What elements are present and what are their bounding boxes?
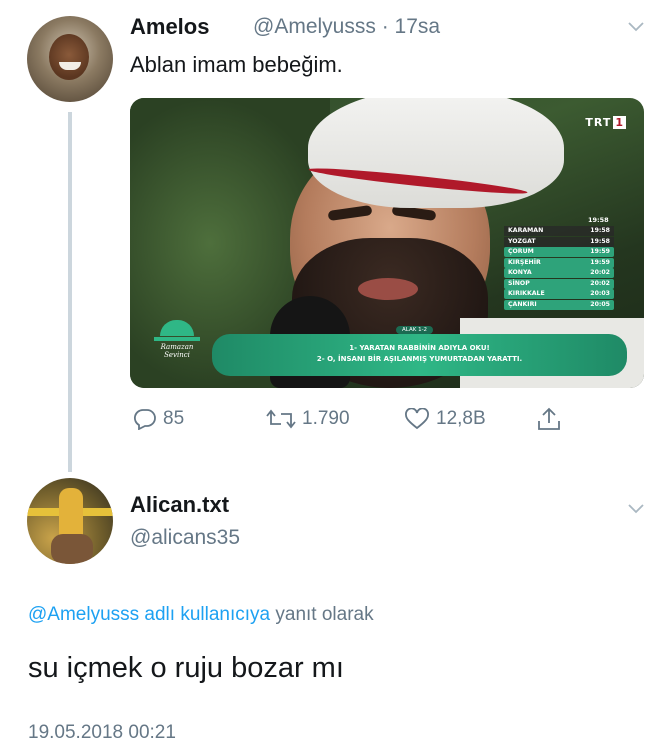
city-time: 19:59: [590, 248, 610, 255]
avatar-alican[interactable]: [27, 478, 113, 564]
ramazan-sevinci-logo: Ramazan Sevinci: [152, 320, 202, 359]
city-time: 19:59: [590, 258, 610, 266]
time-row: YOZGAT 19:58: [504, 236, 614, 247]
reply-to-suffix: yanıt olarak: [275, 604, 374, 625]
city-name: ÇANKIRI: [508, 300, 537, 308]
city-name: SİNOP: [508, 279, 530, 287]
verse-reference-tag: ALAK 1-2: [396, 326, 434, 334]
retweet-icon: [266, 409, 296, 429]
meta-separator: ·: [381, 15, 389, 38]
prayer-time-top: 19:58: [588, 216, 609, 224]
reply-button[interactable]: 85: [133, 408, 184, 430]
city-name: YOZGAT: [508, 237, 536, 245]
replying-to: @Amelyusss adlı kullanıcıya yanıt olarak: [28, 604, 374, 626]
city-name: KARAMAN: [508, 227, 544, 234]
avatar-amelos[interactable]: [27, 16, 113, 102]
tweet1-media-image[interactable]: TRT 1 19:58 KARAMAN 19:58 YOZGAT 19:58 ÇORU…: [130, 98, 644, 388]
retweet-button[interactable]: 1.790: [266, 408, 350, 430]
chevron-down-icon[interactable]: [628, 20, 644, 34]
tweet2-timestamp[interactable]: 19.05.2018 00:21: [28, 722, 176, 744]
tweet1-display-name[interactable]: Amelos: [130, 14, 209, 40]
imam-mouth: [358, 278, 418, 300]
city-time: 20:02: [590, 269, 610, 276]
reply-count: 85: [163, 408, 185, 429]
tweet2-display-name[interactable]: Alican.txt: [130, 492, 229, 518]
mosque-dome-icon: [160, 320, 194, 336]
trt1-channel-logo: TRT 1: [585, 116, 626, 129]
city-name: ÇORUM: [508, 248, 534, 255]
logo-base: [154, 337, 200, 341]
like-icon: [405, 408, 429, 430]
tweet1-text: Ablan imam bebeğim.: [130, 52, 343, 77]
share-button[interactable]: [536, 406, 568, 432]
avatar-face: [49, 34, 89, 80]
time-row: ÇORUM 19:59: [504, 247, 614, 257]
tweet1-handle[interactable]: @Amelyusss: [253, 15, 376, 38]
city-name: KIRIKKALE: [508, 290, 545, 297]
city-time: 19:58: [590, 227, 610, 234]
reply-icon: [133, 409, 156, 430]
time-row: KIRŞEHİR 19:59: [504, 257, 614, 268]
chevron-down-icon[interactable]: [628, 502, 644, 516]
time-row: SİNOP 20:02: [504, 278, 614, 289]
time-row: KONYA 20:02: [504, 268, 614, 278]
verse-line-2: 2- O, İNSANI BİR AŞILANMIŞ YUMURTADAN YA…: [316, 355, 523, 363]
channel-logo-number: 1: [613, 116, 626, 129]
channel-logo-text: TRT: [585, 116, 612, 129]
share-icon: [538, 407, 560, 430]
city-name: KONYA: [508, 269, 532, 276]
retweet-count: 1.790: [302, 408, 350, 429]
avatar-body: [51, 534, 93, 564]
tweet2-text: su içmek o ruju bozar mı: [28, 652, 344, 684]
thread-connector-line: [68, 112, 72, 472]
tweet1-time-ago[interactable]: 17sa: [395, 15, 441, 38]
tweet1-handle-meta[interactable]: @Amelyusss · 17sa: [253, 15, 440, 39]
tweet2-handle[interactable]: @alicans35: [130, 526, 240, 550]
time-row: KARAMAN 19:58: [504, 226, 614, 236]
like-button[interactable]: 12,8B: [404, 408, 486, 430]
reply-to-link[interactable]: @Amelyusss adlı kullanıcıya: [28, 604, 270, 625]
time-row: ÇANKIRI 20:05: [504, 299, 614, 310]
city-time: 20:03: [590, 290, 610, 297]
verse-banner: 1- YARATAN RABBİNİN ADIYLA OKU! 2- O, İN…: [212, 334, 627, 376]
verse-line-1: 1- YARATAN RABBİNİN ADIYLA OKU!: [349, 344, 490, 352]
city-name: KIRŞEHİR: [508, 258, 541, 266]
city-time: 20:02: [590, 279, 610, 287]
iftar-times-list: KARAMAN 19:58 YOZGAT 19:58 ÇORUM 19:59 KIRŞ…: [504, 226, 614, 310]
like-count: 12,8B: [436, 408, 486, 429]
city-time: 19:58: [590, 237, 610, 245]
time-row: KIRIKKALE 20:03: [504, 289, 614, 299]
city-time: 20:05: [590, 300, 610, 308]
program-logo-line1: Ramazan: [160, 343, 194, 351]
program-logo-line2: Sevinci: [164, 351, 190, 359]
